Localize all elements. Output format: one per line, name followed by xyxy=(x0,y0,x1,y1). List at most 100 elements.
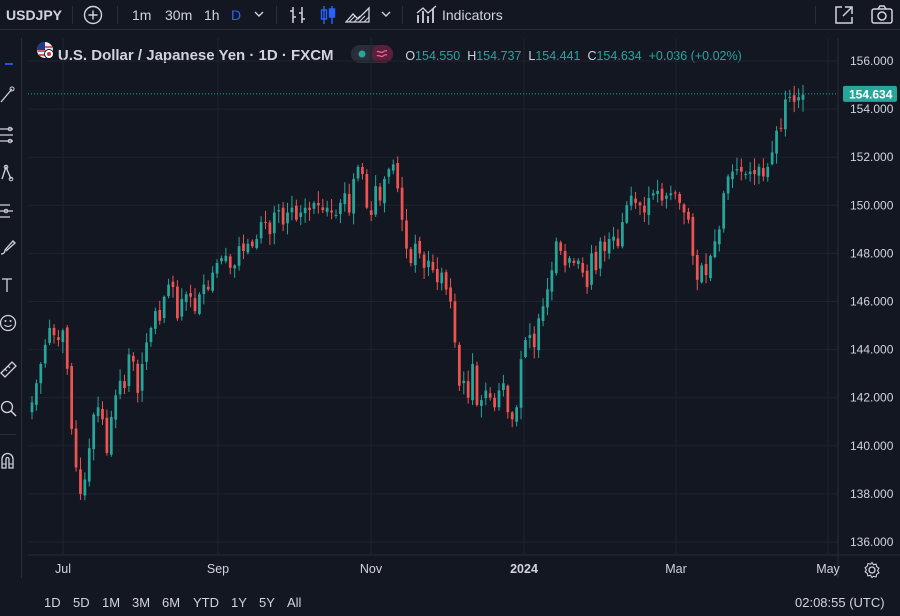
high-value: 154.737 xyxy=(476,49,522,63)
candle-body xyxy=(224,255,228,262)
range-all[interactable]: All xyxy=(287,590,301,616)
candle-body xyxy=(497,390,501,408)
indicators-icon[interactable] xyxy=(416,5,438,25)
candle-body xyxy=(726,176,730,194)
candle-body xyxy=(616,238,620,247)
candle-body xyxy=(233,265,237,269)
candle-body xyxy=(109,416,113,455)
zoom-in-icon[interactable] xyxy=(0,400,18,418)
emoji-icon[interactable] xyxy=(0,314,18,332)
compare-add-icon[interactable] xyxy=(83,5,103,25)
toolbar-divider xyxy=(0,434,16,435)
candle-body xyxy=(153,311,157,329)
range-1d[interactable]: 1D xyxy=(44,590,61,616)
magnet-icon[interactable] xyxy=(0,452,18,470)
candle-body xyxy=(105,417,109,454)
indicators-button[interactable]: Indicators xyxy=(442,0,503,30)
candle-body xyxy=(462,380,466,384)
candle-body xyxy=(418,240,422,254)
candle-body xyxy=(184,294,188,302)
chart-title[interactable]: U.S. Dollar / Japanese Yen · 1D · FXCM xyxy=(58,47,334,64)
range-5d[interactable]: 5D xyxy=(73,590,90,616)
crosshair-cursor-icon[interactable] xyxy=(0,50,18,68)
candle-body xyxy=(660,188,664,201)
candle-body xyxy=(717,229,721,245)
text-tool-icon[interactable] xyxy=(0,276,18,294)
candle-body xyxy=(334,214,338,216)
utc-clock[interactable]: 02:08:55 (UTC) xyxy=(795,590,885,616)
interval-dropdown-chevron-down-icon[interactable] xyxy=(253,0,265,30)
candle-body xyxy=(568,258,571,263)
candle-body xyxy=(79,469,82,494)
candle-body xyxy=(784,99,787,130)
candle-body xyxy=(317,203,320,206)
candle-body xyxy=(744,174,748,176)
candle-body xyxy=(502,383,505,390)
candle-body xyxy=(480,400,483,406)
range-3m[interactable]: 3M xyxy=(132,590,150,616)
brush-icon[interactable] xyxy=(0,238,18,256)
fib-retracement-icon[interactable] xyxy=(0,126,18,144)
candle-body xyxy=(735,169,739,171)
range-1m[interactable]: 1M xyxy=(102,590,120,616)
candle-body xyxy=(242,243,245,251)
range-ytd[interactable]: YTD xyxy=(193,590,219,616)
candle-body xyxy=(607,238,611,254)
time-axis-label: May xyxy=(816,562,840,576)
ruler-measure-icon[interactable] xyxy=(0,360,18,378)
price-axis-label: 142.000 xyxy=(850,391,894,405)
bar-chart-type-icon[interactable] xyxy=(288,5,308,25)
range-5y[interactable]: 5Y xyxy=(259,590,275,616)
candle-body xyxy=(352,178,355,214)
candle-body xyxy=(528,335,532,338)
candle-body xyxy=(158,310,162,321)
area-chart-type-icon[interactable] xyxy=(344,5,371,25)
candle-body xyxy=(656,190,659,194)
interval-1d-active[interactable]: D xyxy=(231,0,241,30)
time-axis-label: Sep xyxy=(207,562,229,576)
candle-body xyxy=(554,241,558,274)
open-value: 154.550 xyxy=(415,49,461,63)
candle-body xyxy=(506,385,510,413)
candle-body xyxy=(206,286,210,290)
candle-body xyxy=(748,171,752,175)
interval-1h[interactable]: 1h xyxy=(204,0,220,30)
candle-body xyxy=(343,193,347,205)
candle-body xyxy=(255,238,259,249)
candle-body xyxy=(312,202,316,209)
candles-chart-type-icon[interactable] xyxy=(318,5,338,25)
candle-body xyxy=(444,272,448,290)
time-axis[interactable]: Jul Sep Nov 2024 Mar May xyxy=(55,562,841,576)
candle-body xyxy=(383,178,386,204)
candle-body xyxy=(189,293,192,297)
chart-settings-gear-icon[interactable] xyxy=(863,561,881,584)
time-axis-label: Jul xyxy=(55,562,71,576)
candle-body xyxy=(594,251,598,271)
candle-body xyxy=(149,327,153,343)
pattern-tool-icon[interactable] xyxy=(0,164,18,182)
trend-line-icon[interactable] xyxy=(0,86,18,104)
interval-1m[interactable]: 1m xyxy=(132,0,151,30)
candle-body xyxy=(550,270,554,292)
candle-body xyxy=(193,298,197,312)
market-status-badge[interactable] xyxy=(351,45,394,64)
us-flag-icon xyxy=(36,41,54,67)
price-axis-label: 154.000 xyxy=(850,102,894,116)
symbol-search-button[interactable]: USDJPY xyxy=(6,0,62,30)
camera-snapshot-icon[interactable] xyxy=(870,4,894,26)
candle-body xyxy=(250,241,254,247)
chart-type-chevron-down-icon[interactable] xyxy=(380,0,392,30)
candle-body xyxy=(277,210,281,212)
price-chart[interactable]: 156.000 154.000 152.000 150.000 148.000 146.0… xyxy=(0,0,900,616)
candle-body xyxy=(484,390,488,399)
fullscreen-icon[interactable] xyxy=(833,4,855,26)
candle-body xyxy=(695,255,699,280)
price-axis[interactable]: 156.000 154.000 152.000 150.000 148.000 146.0… xyxy=(843,54,897,549)
candle-body xyxy=(638,202,642,206)
candle-body xyxy=(127,354,131,387)
range-1y[interactable]: 1Y xyxy=(231,590,247,616)
range-6m[interactable]: 6M xyxy=(162,590,180,616)
interval-30m[interactable]: 30m xyxy=(165,0,192,30)
forecasting-tool-icon[interactable] xyxy=(0,202,18,220)
candle-body xyxy=(515,407,518,422)
